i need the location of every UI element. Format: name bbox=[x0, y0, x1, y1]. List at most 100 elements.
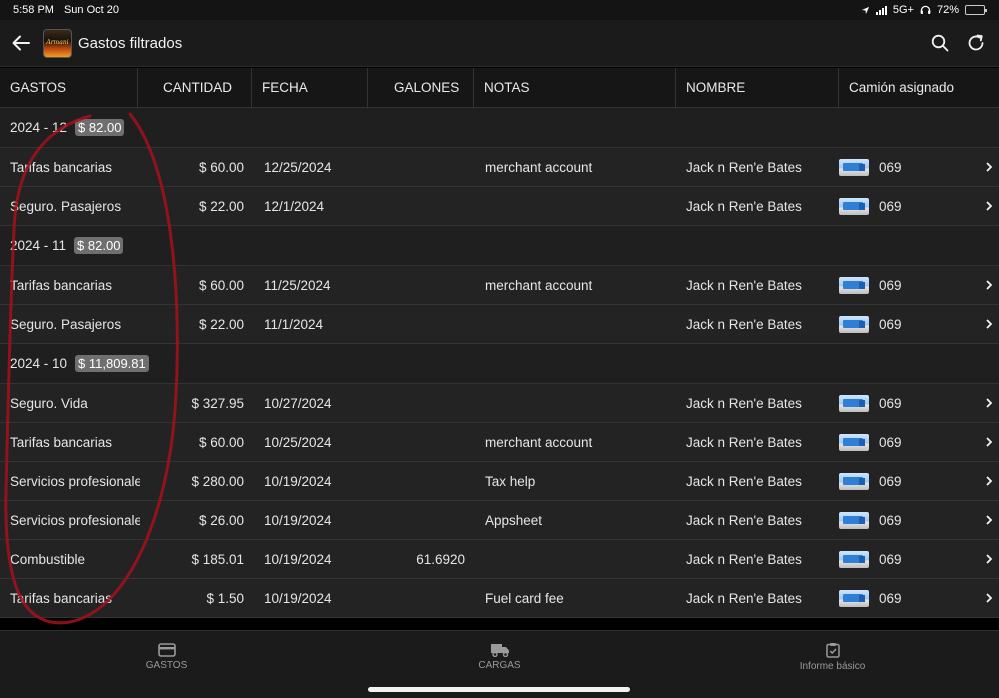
tab-label: GASTOS bbox=[145, 659, 188, 671]
truck-thumbnail bbox=[839, 589, 869, 607]
group-header[interactable]: 2024 - 10 $ 11,809.81 bbox=[0, 344, 999, 384]
chevron-right-icon[interactable] bbox=[985, 398, 993, 408]
arrow-left-icon bbox=[12, 35, 30, 51]
chevron-right-icon[interactable] bbox=[985, 437, 993, 447]
table-row[interactable]: Tarifas bancarias $ 1.50 10/19/2024 Fuel… bbox=[0, 579, 999, 618]
tab-label: Informe básico bbox=[799, 660, 866, 672]
cell-gasto: Seguro. Pasajeros bbox=[10, 198, 122, 214]
clipboard-icon bbox=[825, 642, 840, 658]
cell-notas: merchant account bbox=[485, 434, 593, 450]
chevron-right-icon[interactable] bbox=[985, 162, 993, 172]
cell-notas: merchant account bbox=[485, 159, 593, 175]
table-row[interactable]: Combustible $ 185.01 10/19/2024 61.6920 … bbox=[0, 540, 999, 579]
column-header-gastos[interactable]: GASTOS bbox=[0, 68, 138, 107]
column-header-cantidad[interactable]: CANTIDAD bbox=[138, 68, 252, 107]
tab-informe-basico[interactable]: Informe básico bbox=[666, 631, 999, 682]
table-row[interactable]: Servicios profesionales $ 280.00 10/19/2… bbox=[0, 462, 999, 501]
column-header-camion[interactable]: Camión asignado bbox=[839, 68, 999, 107]
cell-fecha: 12/1/2024 bbox=[264, 198, 325, 214]
column-header-galones[interactable]: GALONES bbox=[368, 68, 474, 107]
group-total-badge: $ 11,809.81 bbox=[75, 355, 149, 372]
cell-nombre: Jack n Ren'e Bates bbox=[686, 512, 802, 528]
chevron-right-icon[interactable] bbox=[985, 201, 993, 211]
cell-cantidad: $ 60.00 bbox=[198, 159, 244, 175]
tab-gastos[interactable]: GASTOS bbox=[0, 631, 333, 682]
table-row[interactable]: Tarifas bancarias $ 60.00 12/25/2024 mer… bbox=[0, 148, 999, 187]
table-row[interactable]: Tarifas bancarias $ 60.00 11/25/2024 mer… bbox=[0, 266, 999, 305]
cell-cantidad: $ 280.00 bbox=[191, 473, 244, 489]
cell-galones: 61.6920 bbox=[416, 551, 465, 567]
cell-camion: 069 bbox=[829, 472, 949, 490]
back-button[interactable] bbox=[1, 23, 41, 63]
search-button[interactable] bbox=[929, 32, 951, 54]
chevron-right-icon[interactable] bbox=[985, 280, 993, 290]
cell-cantidad: $ 1.50 bbox=[206, 590, 244, 606]
table-row[interactable]: Seguro. Pasajeros $ 22.00 11/1/2024 Jack… bbox=[0, 305, 999, 344]
truck-thumbnail bbox=[839, 550, 869, 568]
cell-cantidad: $ 22.00 bbox=[198, 198, 244, 214]
cell-nombre: Jack n Ren'e Bates bbox=[686, 277, 802, 293]
app-bar: Armani Gastos filtrados bbox=[0, 20, 999, 67]
cell-gasto: Servicios profesionales bbox=[10, 512, 140, 528]
table-row[interactable]: Servicios profesionales $ 26.00 10/19/20… bbox=[0, 501, 999, 540]
truck-thumbnail bbox=[839, 394, 869, 412]
cell-cantidad: $ 327.95 bbox=[191, 395, 244, 411]
cell-gasto: Tarifas bancarias bbox=[10, 277, 113, 293]
group-label: 2024 - 12 bbox=[10, 120, 68, 135]
cell-gasto: Tarifas bancarias bbox=[10, 159, 113, 175]
cell-nombre: Jack n Ren'e Bates bbox=[686, 590, 802, 606]
bottom-tab-bar: GASTOS CARGAS Informe básico bbox=[0, 630, 999, 682]
table-row[interactable]: Seguro. Vida $ 327.95 10/27/2024 Jack n … bbox=[0, 384, 999, 423]
column-header-fecha[interactable]: FECHA bbox=[252, 68, 368, 107]
table-row[interactable]: Tarifas bancarias $ 60.00 10/25/2024 mer… bbox=[0, 423, 999, 462]
cellular-signal-icon bbox=[875, 5, 887, 15]
refresh-button[interactable] bbox=[965, 32, 987, 54]
truck-number: 069 bbox=[879, 434, 902, 450]
home-indicator[interactable] bbox=[368, 687, 630, 692]
cell-camion: 069 bbox=[829, 589, 949, 607]
tab-cargas[interactable]: CARGAS bbox=[333, 631, 666, 682]
truck-thumbnail bbox=[839, 158, 869, 176]
group-header[interactable]: 2024 - 11 $ 82.00 bbox=[0, 226, 999, 266]
cell-gasto: Seguro. Pasajeros bbox=[10, 316, 122, 332]
group-header[interactable]: 2024 - 12 $ 82.00 bbox=[0, 108, 999, 148]
home-indicator-area bbox=[0, 682, 999, 698]
battery-icon bbox=[965, 5, 987, 15]
truck-thumbnail bbox=[839, 197, 869, 215]
truck-number: 069 bbox=[879, 551, 902, 567]
chevron-right-icon[interactable] bbox=[985, 593, 993, 603]
column-header-nombre[interactable]: NOMBRE bbox=[676, 68, 839, 107]
truck-number: 069 bbox=[879, 198, 902, 214]
truck-number: 069 bbox=[879, 590, 902, 606]
chevron-right-icon[interactable] bbox=[985, 515, 993, 525]
chevron-right-icon[interactable] bbox=[985, 319, 993, 329]
column-header-notas[interactable]: NOTAS bbox=[474, 68, 676, 107]
cell-fecha: 10/19/2024 bbox=[264, 473, 332, 489]
chevron-right-icon[interactable] bbox=[985, 476, 993, 486]
truck-thumbnail bbox=[839, 511, 869, 529]
cell-nombre: Jack n Ren'e Bates bbox=[686, 551, 802, 567]
table-row[interactable]: Seguro. Pasajeros $ 22.00 12/1/2024 Jack… bbox=[0, 187, 999, 226]
cell-notas: merchant account bbox=[485, 277, 593, 293]
cell-nombre: Jack n Ren'e Bates bbox=[686, 159, 802, 175]
cell-camion: 069 bbox=[829, 315, 949, 333]
truck-thumbnail bbox=[839, 315, 869, 333]
truck-number: 069 bbox=[879, 395, 902, 411]
cell-cantidad: $ 185.01 bbox=[191, 551, 244, 567]
status-date: Sun Oct 20 bbox=[63, 4, 120, 16]
battery-percent: 72% bbox=[936, 4, 959, 16]
expense-list: 2024 - 12 $ 82.00 Tarifas bancarias $ 60… bbox=[0, 108, 999, 618]
search-icon bbox=[931, 34, 949, 52]
cell-fecha: 12/25/2024 bbox=[264, 159, 332, 175]
location-icon bbox=[861, 6, 869, 14]
cell-gasto: Seguro. Vida bbox=[10, 395, 88, 411]
cell-camion: 069 bbox=[829, 197, 949, 215]
cell-notas: Tax help bbox=[485, 473, 536, 489]
chevron-right-icon[interactable] bbox=[985, 554, 993, 564]
truck-number: 069 bbox=[879, 277, 902, 293]
table-header: GASTOS CANTIDAD FECHA GALONES NOTAS NOMB… bbox=[0, 68, 999, 108]
cell-gasto: Servicios profesionales bbox=[10, 473, 140, 489]
cell-fecha: 10/27/2024 bbox=[264, 395, 332, 411]
truck-thumbnail bbox=[839, 433, 869, 451]
app-logo: Armani bbox=[43, 28, 72, 58]
